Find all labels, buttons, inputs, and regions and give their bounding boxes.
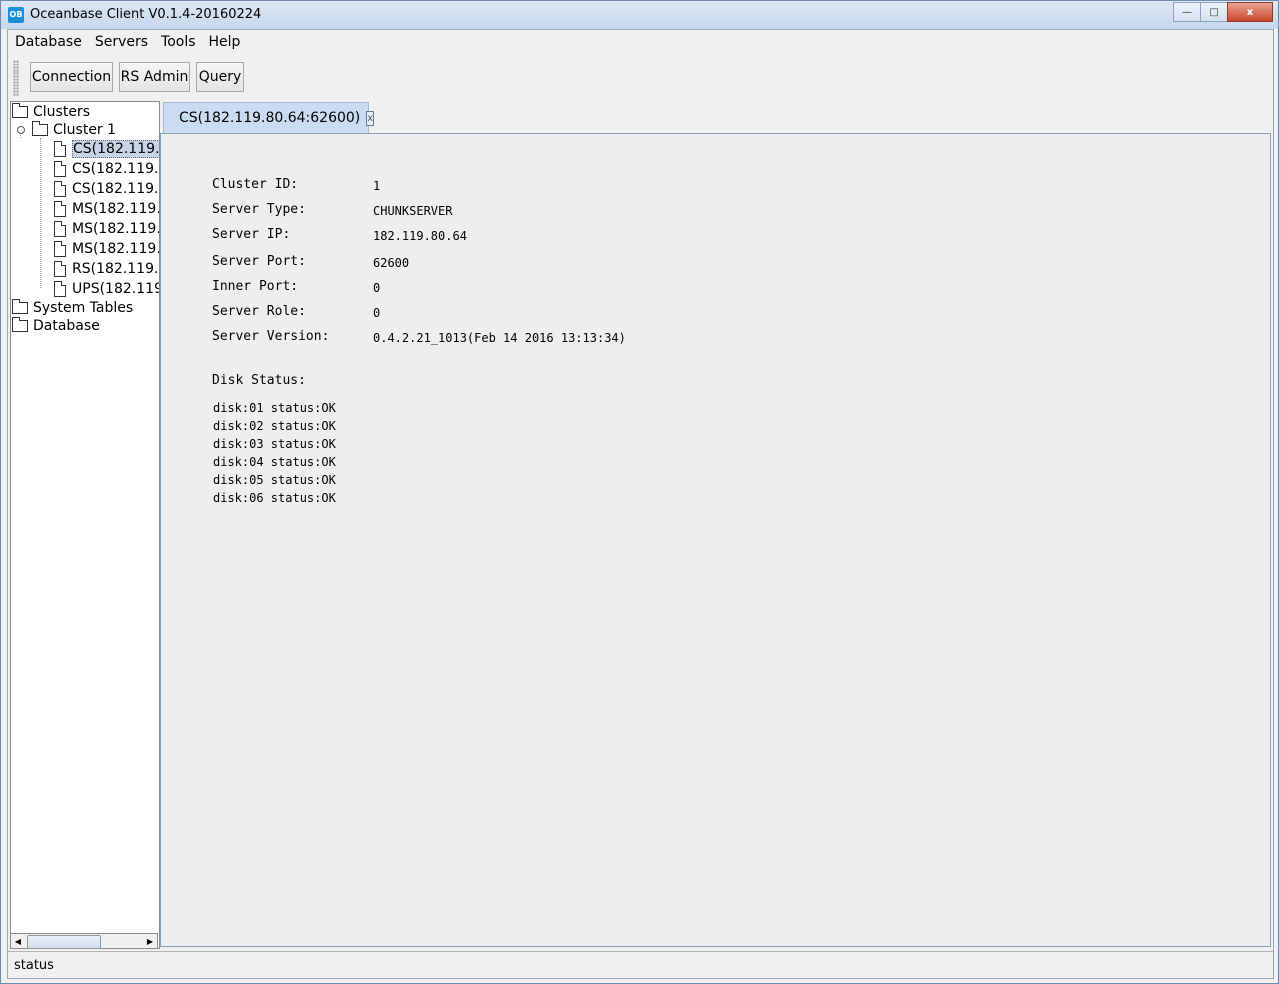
disk-status-line: disk:04 status:OK — [213, 455, 336, 469]
tree-item-label: System Tables — [33, 300, 134, 316]
tree-item-label: UPS(182.119.8 — [72, 281, 159, 297]
maximize-button[interactable]: □ — [1200, 2, 1228, 22]
menu-bar: Database Servers Tools Help — [8, 30, 1273, 54]
tree-item-label: MS(182.119.8 — [72, 241, 160, 257]
server-version-value: 0.4.2.21_1013(Feb 14 2016 13:13:34) — [373, 331, 626, 345]
toolbar-grip-handle[interactable] — [13, 60, 19, 96]
app-window: OB Oceanbase Client V0.1.4-20160224 — □ … — [0, 0, 1279, 984]
tree-item-server[interactable]: MS(182.119.8 — [54, 240, 160, 258]
tree-item-label: Database — [33, 318, 100, 334]
tree-item-label: MS(182.119.8 — [72, 221, 160, 237]
file-icon — [54, 221, 66, 237]
disk-status-line: disk:01 status:OK — [213, 401, 336, 415]
connection-button[interactable]: Connection — [30, 62, 113, 92]
tree-item-label: CS(182.119.80 — [72, 181, 159, 197]
file-icon — [54, 201, 66, 217]
file-icon — [54, 181, 66, 197]
query-button[interactable]: Query — [196, 62, 244, 92]
folder-icon — [12, 103, 28, 118]
tree-item-label: Clusters — [33, 104, 90, 120]
menu-database[interactable]: Database — [8, 30, 88, 54]
scroll-thumb[interactable] — [27, 935, 101, 949]
app-logo-icon: OB — [8, 7, 24, 23]
tree-item-server[interactable]: CS(182.119.80 — [54, 180, 159, 198]
tab-server-detail[interactable]: CS(182.119.80.64:62600) x — [163, 102, 375, 133]
server-type-value: CHUNKSERVER — [373, 204, 453, 218]
cluster-id-label: Cluster ID: — [212, 177, 299, 192]
status-bar: status — [8, 951, 1273, 979]
tree-item-server[interactable]: MS(182.119.8 — [54, 220, 160, 238]
scroll-left-icon[interactable]: ◀ — [11, 934, 25, 948]
server-role-value: 0 — [373, 306, 381, 320]
tree-item-clusters[interactable]: Clusters — [12, 103, 90, 121]
inner-port-label: Inner Port: — [212, 279, 299, 294]
disk-status-line: disk:06 status:OK — [213, 491, 336, 505]
inner-port-value: 0 — [373, 281, 381, 295]
window-title: Oceanbase Client V0.1.4-20160224 — [30, 7, 262, 22]
file-icon — [54, 141, 66, 157]
file-icon — [54, 261, 66, 277]
minimize-button[interactable]: — — [1173, 2, 1201, 22]
cluster-expander-icon[interactable] — [17, 126, 25, 134]
toolbar: Connection RS Admin Query — [8, 58, 1273, 96]
server-type-label: Server Type: — [212, 202, 306, 217]
rs-admin-button[interactable]: RS Admin — [119, 62, 190, 92]
tree-connector — [40, 138, 41, 288]
server-ip-label: Server IP: — [212, 227, 291, 242]
server-detail-panel: Cluster ID: 1 Server Type: CHUNKSERVER S… — [160, 133, 1271, 947]
tab-label: CS(182.119.80.64:62600) — [179, 110, 361, 126]
tab-close-icon[interactable]: x — [366, 110, 375, 126]
disk-status-line: disk:05 status:OK — [213, 473, 336, 487]
server-ip-value: 182.119.80.64 — [373, 229, 467, 243]
menu-servers[interactable]: Servers — [88, 30, 154, 54]
tree-horizontal-scrollbar[interactable]: ◀ ▶ — [10, 933, 158, 949]
tree-item-server[interactable]: RS(182.119.80 — [54, 260, 159, 278]
scroll-right-icon[interactable]: ▶ — [143, 934, 157, 948]
title-bar[interactable]: OB Oceanbase Client V0.1.4-20160224 — □ … — [1, 1, 1278, 29]
tree-item-label: CS(182.119.80 — [72, 140, 159, 158]
tree-item-label: Cluster 1 — [53, 122, 117, 138]
detail-pane: CS(182.119.80.64:62600) x Cluster ID: 1 … — [160, 101, 1271, 947]
menu-help[interactable]: Help — [202, 30, 247, 54]
tree-item-label: RS(182.119.80 — [72, 261, 159, 277]
tree-item-server[interactable]: CS(182.119.80 — [54, 160, 159, 178]
tree-item-label: CS(182.119.80 — [72, 161, 159, 177]
server-role-label: Server Role: — [212, 304, 306, 319]
disk-status-heading: Disk Status: — [212, 373, 306, 388]
cluster-id-value: 1 — [373, 179, 381, 193]
tree-item-server[interactable]: MS(182.119.8 — [54, 200, 160, 218]
disk-status-line: disk:03 status:OK — [213, 437, 336, 451]
tree-item-server[interactable]: UPS(182.119.8 — [54, 280, 159, 298]
folder-icon — [32, 121, 48, 136]
server-version-label: Server Version: — [212, 329, 330, 344]
tree-item-label: MS(182.119.8 — [72, 201, 160, 217]
server-tree: Clusters Cluster 1 CS(182.119.80 CS(182.… — [10, 101, 160, 949]
file-icon — [54, 241, 66, 257]
client-area: Database Servers Tools Help Connection R… — [7, 29, 1274, 979]
tree-item-cluster-1[interactable]: Cluster 1 — [32, 121, 116, 139]
tree-item-database[interactable]: Database — [12, 317, 100, 335]
status-text: status — [14, 958, 54, 973]
file-icon — [54, 281, 66, 297]
server-port-label: Server Port: — [212, 254, 306, 269]
server-port-value: 62600 — [373, 256, 410, 270]
folder-icon — [12, 317, 28, 332]
disk-status-line: disk:02 status:OK — [213, 419, 336, 433]
file-icon — [54, 161, 66, 177]
menu-tools[interactable]: Tools — [154, 30, 202, 54]
tree-item-system-tables[interactable]: System Tables — [12, 299, 133, 317]
tree-item-server[interactable]: CS(182.119.80 — [54, 140, 159, 158]
close-button[interactable]: x — [1227, 2, 1273, 22]
folder-icon — [12, 299, 28, 314]
